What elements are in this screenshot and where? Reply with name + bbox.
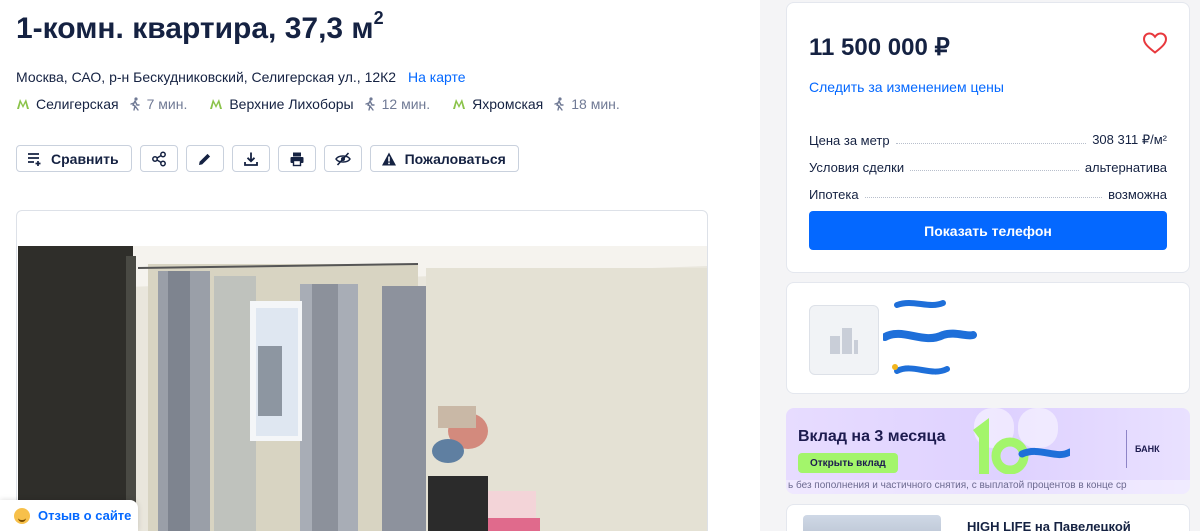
fact-value: альтернатива — [1084, 160, 1167, 175]
show-phone-button[interactable]: Показать телефон — [809, 211, 1167, 250]
share-icon — [151, 151, 166, 166]
download-button[interactable] — [231, 145, 270, 172]
walk-icon — [554, 97, 564, 111]
print-icon — [290, 152, 304, 166]
metro-list: Селигерская 7 мин. Верхние Лихоборы 12 м… — [16, 96, 642, 112]
related-listing-card[interactable]: HIGH LIFE на Павелецкой — [786, 504, 1190, 531]
print-button[interactable] — [277, 145, 316, 172]
metro-name: Верхние Лихоборы — [229, 96, 354, 112]
walk-time: 18 мин. — [571, 96, 620, 112]
metro-station[interactable]: Селигерская 7 мин. — [16, 96, 187, 112]
edit-icon — [198, 153, 210, 165]
metro-name: Яхромская — [472, 96, 544, 112]
smile-icon — [14, 507, 30, 524]
price-card: 11 500 000 ₽ Следить за изменением цены … — [786, 2, 1190, 273]
compare-icon — [28, 152, 41, 166]
share-button[interactable] — [139, 145, 178, 172]
agent-card[interactable] — [786, 282, 1190, 394]
download-icon — [243, 152, 258, 166]
metro-icon — [17, 99, 29, 109]
fact-dots — [910, 170, 1079, 171]
complain-button[interactable]: Пожаловаться — [369, 145, 519, 172]
watch-price-link[interactable]: Следить за изменением цены — [809, 79, 1004, 95]
metro-icon — [453, 99, 466, 109]
heart-icon[interactable] — [1142, 31, 1168, 55]
action-toolbar: Сравнить Пожаловаться — [16, 145, 527, 172]
ad-graphic — [973, 408, 1070, 474]
metro-station[interactable]: Верхние Лихоборы 12 мин. — [209, 96, 430, 112]
related-listing-thumbnail — [803, 515, 941, 531]
fact-key: Цена за метр — [809, 133, 890, 148]
compare-label: Сравнить — [51, 150, 119, 167]
fact-row: Условия сделки альтернатива — [809, 148, 1167, 175]
fact-dots — [864, 197, 1103, 198]
apartment-photo[interactable] — [18, 246, 707, 531]
ad-banner[interactable]: Вклад на 3 месяца Открыть вклад БАНК ь б… — [786, 408, 1190, 494]
fact-key: Условия сделки — [809, 160, 905, 175]
metro-name: Селигерская — [36, 96, 119, 112]
edit-button[interactable] — [185, 145, 224, 172]
related-listing-title: HIGH LIFE на Павелецкой — [967, 519, 1131, 531]
title-text: 1-комн. квартира, 37,3 м — [16, 12, 374, 45]
ad-bank-logo: БАНК — [1126, 430, 1182, 468]
open-deposit-button[interactable]: Открыть вклад — [798, 453, 898, 473]
fact-value: возможна — [1108, 187, 1167, 202]
feedback-label: Отзыв о сайте — [38, 508, 132, 523]
metro-icon — [210, 99, 223, 109]
building-icon — [830, 328, 858, 354]
redacted-agent-info — [883, 300, 977, 375]
feedback-button[interactable]: Отзыв о сайте — [0, 500, 138, 531]
walk-time: 7 мин. — [146, 96, 188, 112]
warning-icon — [381, 152, 396, 165]
page-title: 1-комн. квартира, 37,3 м2 — [16, 8, 384, 46]
hide-icon — [334, 151, 351, 166]
price-facts: Цена за метр 308 311 ₽/м² Условия сделки… — [809, 121, 1167, 202]
listing-main: 1-комн. квартира, 37,3 м2 Москва, САО, р… — [0, 0, 760, 531]
map-link[interactable]: На карте — [408, 69, 466, 85]
ad-disclaimer: ь без пополнения и частичного снятия, с … — [786, 480, 1190, 494]
fact-dots — [895, 143, 1087, 144]
ad-title: Вклад на 3 месяца — [798, 428, 946, 445]
walk-icon — [364, 97, 375, 111]
walk-icon — [129, 97, 140, 111]
room-photo-image — [18, 246, 707, 531]
hide-button[interactable] — [323, 145, 362, 172]
compare-button[interactable]: Сравнить — [16, 145, 132, 172]
fact-row: Цена за метр 308 311 ₽/м² — [809, 121, 1167, 148]
metro-station[interactable]: Яхромская 18 мин. — [452, 96, 620, 112]
photo-gallery[interactable] — [16, 210, 708, 531]
fact-value: 308 311 ₽/м² — [1092, 132, 1167, 147]
price: 11 500 000 ₽ — [809, 34, 950, 61]
fact-row: Ипотека возможна — [809, 175, 1167, 202]
title-superscript: 2 — [373, 8, 384, 28]
fact-key: Ипотека — [809, 187, 859, 202]
address: Москва, САО, р-н Бескудниковский, Селиге… — [16, 69, 466, 85]
complain-label: Пожаловаться — [404, 150, 506, 167]
address-text: Москва, САО, р-н Бескудниковский, Селиге… — [16, 69, 397, 85]
avatar[interactable] — [809, 305, 879, 375]
walk-time: 12 мин. — [381, 96, 431, 112]
